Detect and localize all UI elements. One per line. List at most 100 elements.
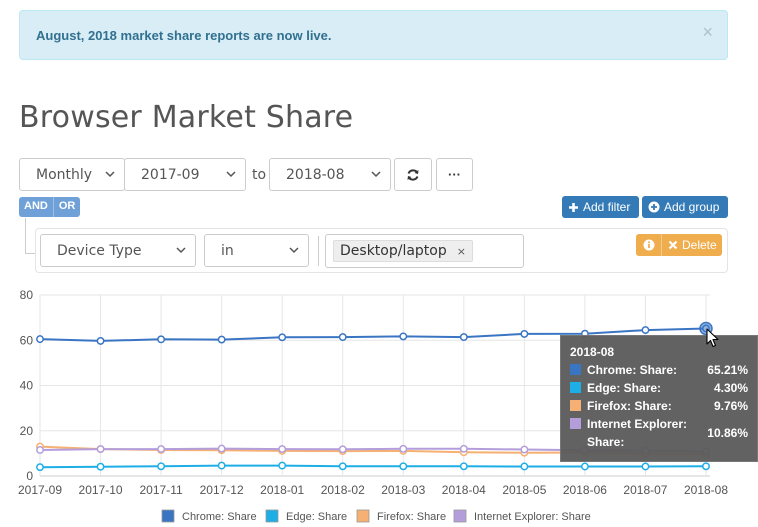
data-point (278, 461, 287, 470)
or-button[interactable]: OR (52, 197, 81, 217)
x-tick-label: 2017-10 (79, 483, 123, 497)
x-tick-label: 2018-07 (623, 483, 667, 497)
chart-legend[interactable]: Chrome: Share Edge: Share Firefox: Share In… (161, 509, 591, 523)
to-date-select[interactable]: 2018-08 (269, 158, 391, 191)
y-tick-label: 0 (26, 469, 33, 483)
data-point (338, 462, 347, 471)
tooltip-series-name: Edge: Share: (587, 381, 662, 395)
x-tick-label: 2018-02 (321, 483, 365, 497)
legend-label: Chrome: Share (182, 511, 257, 523)
more-options-button[interactable]: ··· (436, 158, 473, 191)
divider (318, 236, 319, 266)
data-point (278, 333, 287, 342)
and-button[interactable]: AND (19, 197, 53, 217)
data-point (459, 462, 468, 471)
page-title: Browser Market Share (19, 100, 354, 135)
chevron-down-icon (226, 171, 236, 178)
data-point (217, 335, 226, 344)
field-select[interactable]: Device Type (40, 234, 196, 267)
data-point (217, 444, 226, 453)
data-point (399, 444, 408, 453)
tooltip-value: 9.76% (713, 399, 748, 413)
logic-toggle[interactable]: AND OR (19, 197, 81, 217)
data-point (36, 335, 44, 344)
data-point (520, 462, 529, 471)
tooltip-value: 65.21% (707, 363, 748, 377)
alert-banner: August, 2018 market share reports are no… (19, 10, 728, 60)
legend-item[interactable]: Chrome: Share (161, 509, 257, 523)
add-filter-button[interactable]: Add filter (562, 196, 639, 218)
y-tick-label: 60 (20, 333, 34, 347)
x-tick-label: 2018-03 (381, 483, 425, 497)
data-point (217, 461, 226, 470)
tooltip-value: 4.30% (713, 381, 748, 395)
chevron-down-icon (371, 171, 381, 178)
operator-select-value: in (221, 242, 234, 259)
data-point (96, 462, 105, 471)
data-point (157, 445, 166, 454)
data-point (459, 444, 468, 453)
data-point (157, 462, 166, 471)
delete-rule-button[interactable]: Delete (636, 234, 722, 256)
x-tick-label: 2017-09 (18, 483, 62, 497)
series-line (39, 464, 707, 469)
from-date-select[interactable]: 2017-09 (124, 158, 246, 191)
y-axis: 0 20 40 60 80 (20, 288, 34, 483)
value-tag-label: Desktop/laptop (340, 243, 447, 259)
tooltip-row: Edge: Share: 4.30% (570, 379, 748, 397)
legend-swatch (161, 509, 175, 523)
data-point (338, 445, 347, 454)
legend-swatch (265, 509, 279, 523)
field-select-value: Device Type (57, 242, 142, 259)
data-point (702, 462, 710, 471)
operator-select[interactable]: in (204, 234, 309, 267)
y-tick-label: 80 (20, 288, 34, 302)
tooltip-swatch (570, 400, 581, 411)
legend-item[interactable]: Firefox: Share (356, 509, 446, 523)
legend-swatch (453, 509, 467, 523)
x-tick-label: 2018-06 (563, 483, 607, 497)
legend-item[interactable]: Edge: Share (265, 509, 347, 523)
close-icon[interactable]: × (702, 23, 713, 41)
data-point (157, 335, 166, 344)
tooltip-swatch (570, 364, 581, 375)
period-select[interactable]: Monthly (19, 158, 125, 191)
y-tick-label: 20 (20, 424, 34, 438)
refresh-button[interactable] (394, 158, 432, 191)
data-point (641, 462, 650, 471)
value-multiselect[interactable]: Desktop/laptop × (325, 234, 524, 268)
data-point (36, 446, 44, 454)
chevron-down-icon (176, 247, 186, 254)
add-group-label: Add group (664, 200, 720, 214)
data-point (580, 462, 589, 471)
tooltip-series-name: Chrome: Share: (587, 363, 678, 377)
x-tick-label: 2017-11 (140, 483, 183, 497)
data-point (278, 445, 287, 454)
ellipsis-icon: ··· (448, 167, 461, 182)
delete-label: Delete (682, 238, 717, 252)
data-point (399, 332, 408, 341)
remove-tag-icon[interactable]: × (457, 245, 466, 258)
data-point (399, 462, 408, 471)
alert-message: August, 2018 market share reports are no… (36, 28, 332, 43)
x-tick-label: 2018-08 (684, 483, 728, 497)
close-icon (668, 240, 678, 250)
add-filter-label: Add filter (583, 200, 631, 214)
legend-item[interactable]: Internet Explorer: Share (453, 509, 591, 523)
add-group-button[interactable]: Add group (642, 196, 728, 218)
refresh-icon (407, 168, 419, 181)
from-date-value: 2017-09 (141, 166, 200, 183)
tooltip-row: Internet Explorer: Share: 10.86% (570, 415, 748, 451)
range-to-label: to (252, 167, 267, 183)
tooltip-series-name: Firefox: Share: (587, 399, 672, 413)
chevron-down-icon (105, 171, 115, 178)
data-point (36, 463, 44, 472)
legend-label: Internet Explorer: Share (474, 511, 591, 523)
legend-swatch (356, 509, 370, 523)
info-button[interactable] (636, 234, 662, 256)
x-tick-label: 2018-01 (260, 483, 304, 497)
tooltip-series-name: Internet Explorer: Share: (587, 417, 688, 449)
x-axis: 2017-09 2017-10 2017-11 2017-12 2018-01 2018-… (18, 483, 728, 497)
x-tick-label: 2018-04 (442, 483, 486, 497)
data-point (338, 333, 347, 342)
